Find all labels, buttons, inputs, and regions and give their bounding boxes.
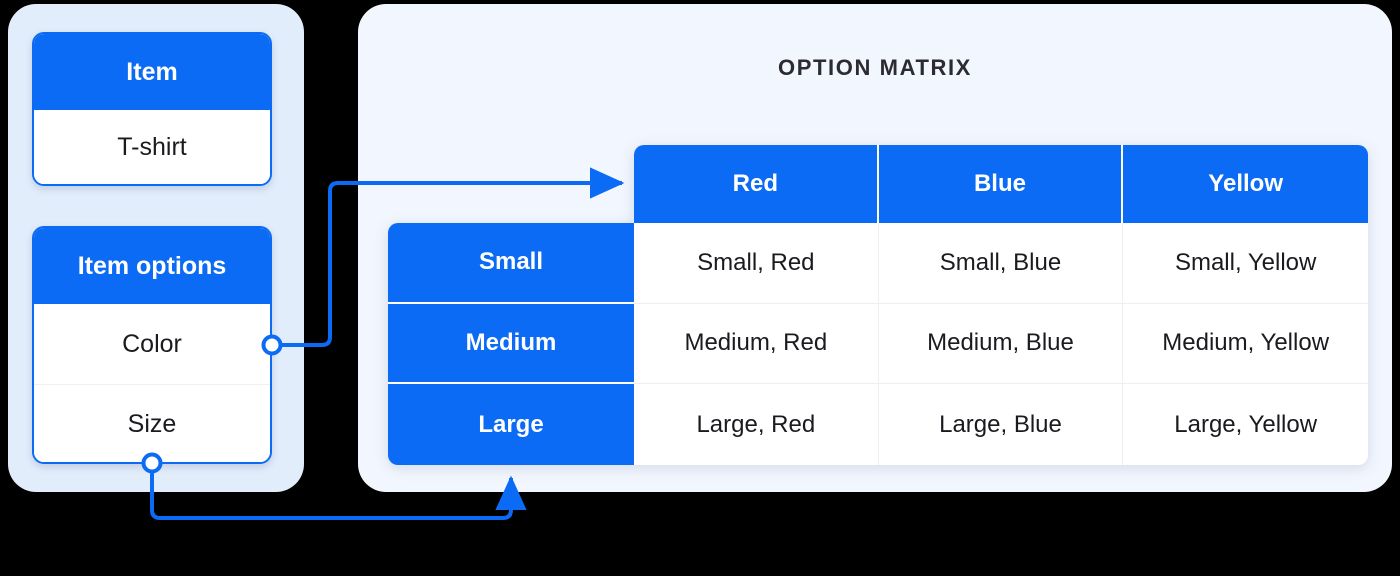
- option-matrix-table: Red Blue Yellow Small Small, Red Small, …: [388, 145, 1368, 465]
- matrix-column-header-yellow[interactable]: Yellow: [1123, 145, 1368, 223]
- matrix-row-header-medium[interactable]: Medium: [388, 303, 634, 385]
- item-options-row-color[interactable]: Color: [34, 304, 270, 384]
- matrix-row-header-large[interactable]: Large: [388, 384, 634, 465]
- matrix-cell-small-red[interactable]: Small, Red: [634, 223, 879, 304]
- matrix-row-medium: Medium Medium, Red Medium, Blue Medium, …: [388, 303, 1368, 385]
- matrix-row-small: Small Small, Red Small, Blue Small, Yell…: [388, 223, 1368, 304]
- option-matrix-title: OPTION MATRIX: [778, 55, 972, 80]
- matrix-row-large: Large Large, Red Large, Blue Large, Yell…: [388, 384, 1368, 465]
- matrix-cell-small-yellow[interactable]: Small, Yellow: [1123, 223, 1368, 304]
- matrix-cell-small-blue[interactable]: Small, Blue: [878, 223, 1124, 304]
- item-options-card[interactable]: Item options Color Size: [32, 226, 272, 464]
- item-card-row-value[interactable]: T-shirt: [34, 110, 270, 184]
- matrix-corner-cell: [388, 145, 634, 223]
- matrix-cell-large-yellow[interactable]: Large, Yellow: [1123, 384, 1368, 465]
- diagram-canvas: Item T-shirt Item options Color Size OPT…: [0, 0, 1400, 576]
- matrix-column-header-red[interactable]: Red: [634, 145, 879, 223]
- matrix-cell-large-blue[interactable]: Large, Blue: [878, 384, 1124, 465]
- matrix-cell-medium-blue[interactable]: Medium, Blue: [878, 303, 1124, 385]
- item-options-row-size[interactable]: Size: [34, 384, 270, 462]
- matrix-column-header-blue[interactable]: Blue: [878, 145, 1124, 223]
- matrix-cell-medium-red[interactable]: Medium, Red: [634, 303, 879, 385]
- matrix-header-row: Red Blue Yellow: [388, 145, 1368, 223]
- matrix-cell-medium-yellow[interactable]: Medium, Yellow: [1123, 303, 1368, 385]
- item-card-header: Item: [34, 34, 270, 110]
- matrix-row-header-small[interactable]: Small: [388, 223, 634, 304]
- item-card[interactable]: Item T-shirt: [32, 32, 272, 186]
- item-options-card-header: Item options: [34, 228, 270, 304]
- matrix-cell-large-red[interactable]: Large, Red: [634, 384, 879, 465]
